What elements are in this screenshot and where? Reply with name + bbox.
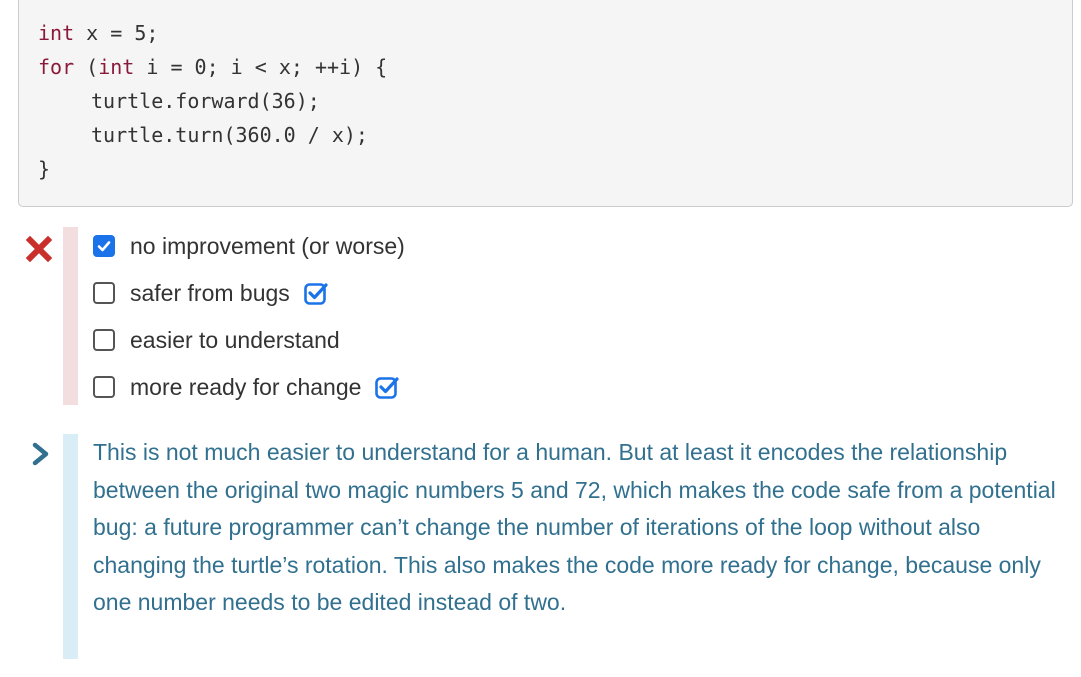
code-keyword: int bbox=[38, 21, 75, 45]
explanation-text: This is not much easier to understand fo… bbox=[93, 439, 1056, 615]
option-label: more ready for change bbox=[130, 373, 362, 400]
option-label: no improvement (or worse) bbox=[130, 232, 405, 259]
code-text: x = 5; bbox=[74, 21, 159, 45]
option-easier-to-understand[interactable]: easier to understand bbox=[93, 320, 340, 360]
option-safer-from-bugs[interactable]: safer from bugs bbox=[93, 273, 329, 313]
explanation-bar bbox=[63, 434, 78, 659]
checkbox[interactable] bbox=[93, 376, 115, 398]
checkmark-icon bbox=[97, 241, 111, 252]
code-keyword: for bbox=[38, 55, 75, 79]
chevron-right-icon[interactable] bbox=[31, 441, 51, 467]
code-line: turtle.forward(36); bbox=[91, 89, 320, 113]
option-label: safer from bugs bbox=[130, 279, 290, 306]
code-block: int x = 5; for (int i = 0; i < x; ++i) {… bbox=[18, 0, 1073, 207]
code-line: int x = 5; bbox=[38, 16, 158, 50]
option-more-ready-for-change[interactable]: more ready for change bbox=[93, 367, 400, 407]
answer-status-bar bbox=[63, 227, 78, 405]
code-keyword: int bbox=[98, 55, 135, 79]
checkbox-checked[interactable] bbox=[93, 235, 115, 257]
code-text: ( bbox=[74, 55, 99, 79]
code-line: turtle.turn(360.0 / x); bbox=[91, 123, 368, 147]
code-line: for (int i = 0; i < x; ++i) { bbox=[38, 50, 387, 84]
option-label: easier to understand bbox=[130, 326, 340, 353]
x-mark-icon bbox=[26, 236, 52, 262]
option-no-improvement[interactable]: no improvement (or worse) bbox=[93, 226, 405, 266]
code-text: i = 0; i < x; ++i) { bbox=[134, 55, 388, 79]
code-line: } bbox=[38, 157, 51, 181]
correct-answer-icon bbox=[303, 283, 328, 305]
checkbox[interactable] bbox=[93, 329, 115, 351]
correct-answer-icon bbox=[375, 377, 400, 399]
checkbox[interactable] bbox=[93, 282, 115, 304]
